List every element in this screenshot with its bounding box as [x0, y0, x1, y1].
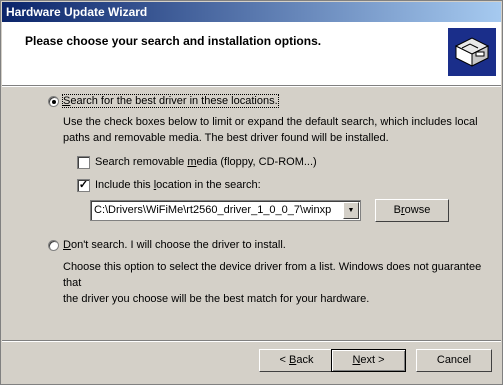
search-option-label[interactable]: Search for the best driver in these loca… [62, 94, 279, 108]
location-combobox[interactable]: C:\Drivers\WiFiMe\rt2560_driver_1_0_0_7\… [90, 200, 361, 221]
radio-selected-dot [52, 100, 56, 104]
manual-desc-line-1: Choose this option to select the device … [63, 261, 482, 289]
manual-option-description: Choose this option to select the device … [63, 259, 502, 307]
chevron-down-icon[interactable]: ▼ [343, 202, 359, 219]
removable-media-checkbox[interactable] [77, 156, 90, 169]
manual-option-radio[interactable] [48, 240, 59, 251]
checkmark-icon: ✓ [78, 179, 89, 191]
wizard-window: Hardware Update Wizard Please choose you… [0, 0, 503, 385]
wizard-header: Please choose your search and installati… [2, 22, 501, 85]
search-desc-line-1: Use the check boxes below to limit or ex… [63, 116, 478, 128]
window-title: Hardware Update Wizard [6, 5, 148, 19]
include-location-label[interactable]: Include this location in the search: [95, 179, 261, 191]
search-option-description: Use the check boxes below to limit or ex… [63, 114, 478, 146]
next-button[interactable]: Next > [331, 349, 406, 372]
header-separator [2, 85, 501, 87]
removable-media-label[interactable]: Search removable media (floppy, CD-ROM..… [95, 156, 317, 168]
manual-desc-line-2: the driver you choose will be the best m… [63, 293, 370, 305]
footer-separator [2, 340, 501, 342]
manual-option-label[interactable]: Don't search. I will choose the driver t… [63, 239, 286, 251]
search-desc-line-2: paths and removable media. The best driv… [63, 132, 389, 144]
hardware-box-icon [448, 28, 496, 76]
page-title: Please choose your search and installati… [25, 34, 322, 48]
back-button[interactable]: < Back [259, 349, 334, 372]
location-path[interactable]: C:\Drivers\WiFiMe\rt2560_driver_1_0_0_7\… [94, 204, 331, 216]
cancel-button[interactable]: Cancel [416, 349, 492, 372]
title-bar[interactable]: Hardware Update Wizard [2, 2, 501, 22]
search-option-radio[interactable] [48, 96, 59, 107]
browse-button[interactable]: Browse [375, 199, 449, 222]
include-location-checkbox[interactable]: ✓ [77, 179, 90, 192]
